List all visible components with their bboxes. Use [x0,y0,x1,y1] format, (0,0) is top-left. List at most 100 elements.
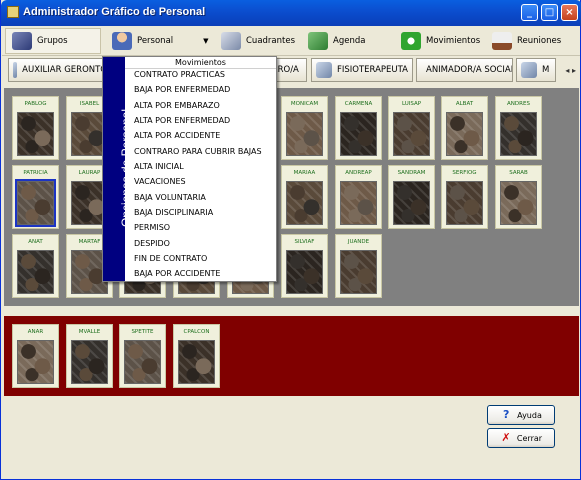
toolbar-movimientos-label: Movimientos [426,36,481,46]
menu-item[interactable]: BAJA POR ACCIDENTE [134,269,220,278]
person-icon [112,32,132,50]
staff-photo [500,181,537,225]
menu-item[interactable]: CONTRARO PARA CUBRIR BAJAS [134,147,262,156]
close-window-button[interactable]: ✗ Cerrar [487,428,555,448]
tab-fisioterapeuta[interactable]: FISIOTERAPEUTA [311,58,413,82]
staff-photo [500,112,537,156]
help-button[interactable]: ? Ayuda [487,405,555,425]
menu-item[interactable]: BAJA VOLUNTARIA [134,193,206,202]
staff-card[interactable]: MARIAA [281,165,328,229]
staff-photo [286,181,323,225]
staff-card[interactable]: MVALLE [66,324,113,388]
staff-photo [446,181,483,225]
toolbar-personal-label: Personal [137,36,174,46]
tab-animador-social[interactable]: ANIMADOR/A SOCIAL [416,58,513,82]
staff-photo [286,250,323,294]
toolbar-cuadrantes-button[interactable]: Cuadrantes [215,28,301,54]
window-title: Administrador Gráfico de Personal [23,6,206,18]
staff-name: LUISAP [401,101,422,107]
grid-icon [221,32,241,50]
menu-item[interactable]: BAJA POR ENFERMEDAD [134,85,230,94]
menu-item[interactable]: ALTA POR ENFERMEDAD [134,116,230,125]
tools-icon [12,32,32,50]
staff-name: JUANDE [347,239,370,245]
staff-name: MVALLE [78,329,101,335]
staff-card[interactable]: ANAR [12,324,59,388]
staff-card[interactable]: SERFIOG [441,165,488,229]
main-toolbar: Grupos Personal ▼ Cuadrantes Agenda Movi… [2,26,580,56]
menu-item[interactable]: FIN DE CONTRATO [134,254,207,263]
meeting-icon [492,32,512,50]
staff-photo [17,340,54,384]
menu-item[interactable]: ALTA INICIAL [134,162,184,171]
tab-scroll-arrows[interactable]: ◂ ▸ [565,66,576,75]
staff-card[interactable]: ANAT [12,234,59,298]
staff-photo [393,181,430,225]
menu-item[interactable]: ALTA POR EMBARAZO [134,101,220,110]
staff-name: MARIAA [293,170,316,176]
tab-icon [13,62,18,78]
staff-name: ANDREAP [345,170,372,176]
toolbar-movimientos-button[interactable]: Movimientos [395,28,485,54]
staff-card[interactable]: SPETITE [119,324,166,388]
staff-name: ANAR [27,329,44,335]
staff-card[interactable]: MONICAM [281,96,328,160]
staff-photo [340,181,377,225]
staff-photo [71,340,108,384]
menu-item[interactable]: CONTRATO PRACTICAS [134,70,225,79]
scroll-left-icon[interactable]: ◂ [565,66,569,75]
staff-name: ALBAT [455,101,474,107]
staff-card[interactable]: ANDREAP [335,165,382,229]
toolbar-reuniones-button[interactable]: Reuniones [486,28,576,54]
staff-card[interactable]: ANDRES [495,96,542,160]
tab-label: M [542,65,550,75]
scroll-right-icon[interactable]: ▸ [572,66,576,75]
agenda-icon [308,32,328,50]
tab-icon [521,62,537,78]
maximize-button[interactable]: □ [541,4,558,21]
close-button[interactable]: × [561,4,578,21]
toolbar-personal-button[interactable]: Personal ▼ [106,28,211,54]
toolbar-cuadrantes-label: Cuadrantes [246,36,296,46]
close-icon: ✗ [501,431,511,444]
menu-item[interactable]: BAJA DISCIPLINARIA [134,208,213,217]
menu-item[interactable]: ALTA POR ACCIDENTE [134,131,220,140]
toolbar-grupos-button[interactable]: Grupos [5,28,101,54]
menu-item[interactable]: DESPIDO [134,239,170,248]
personal-options-menu: Opciones de Personal Movimientos CONTRAT… [102,56,277,282]
staff-photo [15,179,56,227]
staff-name: SANDRAM [397,170,426,176]
staff-name: SERFIOG [452,170,477,176]
minimize-button[interactable]: _ [521,4,538,21]
staff-card[interactable]: PABLOG [12,96,59,160]
menu-side-label: Opciones de Personal [119,108,133,228]
staff-card[interactable]: PATRICIA [12,165,59,229]
tab-auxiliar-geronto[interactable]: AUXILIAR GERONTO [8,58,108,82]
menu-divider [125,68,276,69]
staff-name: ANDRES [507,101,530,107]
close-button-label: Cerrar [516,433,543,443]
staff-card[interactable]: SILVIAF [281,234,328,298]
tab-label: ANIMADOR/A SOCIAL [426,65,513,75]
staff-card[interactable]: SANDRAM [388,165,435,229]
chevron-down-icon[interactable]: ▼ [203,37,208,45]
staff-photo [17,112,54,156]
toolbar-agenda-button[interactable]: Agenda [302,28,390,54]
toolbar-grupos-label: Grupos [37,36,68,46]
staff-card[interactable]: CPALCON [173,324,220,388]
staff-photo [124,340,161,384]
tab-more[interactable]: M [516,58,556,82]
staff-card[interactable]: ALBAT [441,96,488,160]
staff-name: MONICAM [290,101,319,107]
staff-card[interactable]: JUANDE [335,234,382,298]
title-bar[interactable]: Administrador Gráfico de Personal _ □ × [1,0,581,26]
menu-item[interactable]: PERMISO [134,223,170,232]
staff-card[interactable]: SARAB [495,165,542,229]
recycle-icon [401,32,421,50]
menu-item[interactable]: VACACIONES [134,177,186,186]
staff-photo [340,250,377,294]
category-tabs: AUXILIAR GERONTO ENFERMERO/A FISIOTERAPE… [2,56,580,86]
staff-name: CARMENA [344,101,373,107]
staff-card[interactable]: LUISAP [388,96,435,160]
staff-card[interactable]: CARMENA [335,96,382,160]
